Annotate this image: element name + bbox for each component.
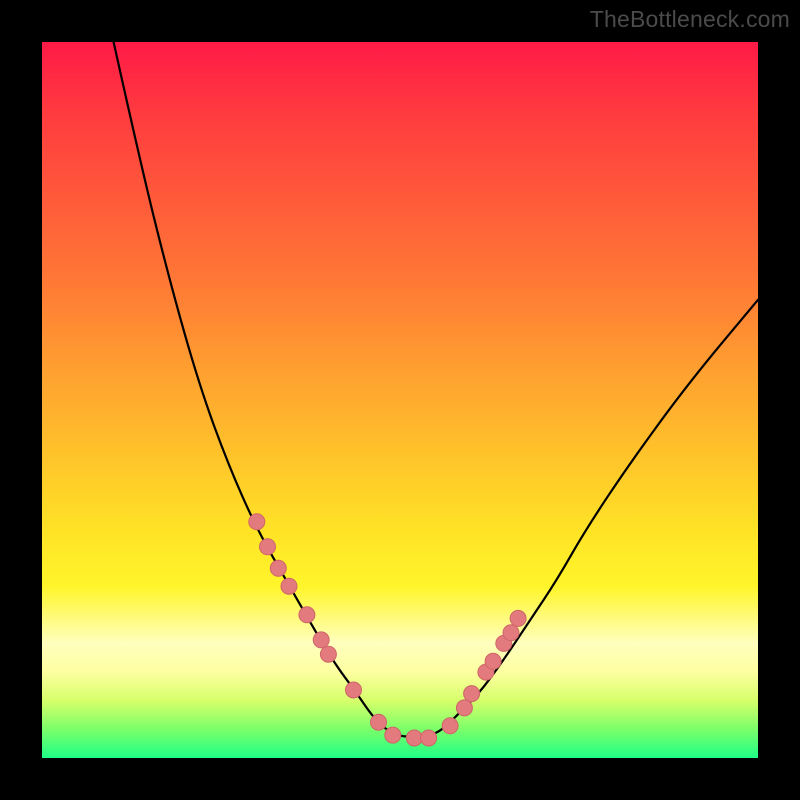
highlight-marker bbox=[371, 714, 387, 730]
highlight-marker bbox=[299, 607, 315, 623]
plot-area bbox=[42, 42, 758, 758]
highlight-marker bbox=[346, 682, 362, 698]
highlight-marker bbox=[313, 632, 329, 648]
highlight-marker bbox=[385, 727, 401, 743]
highlight-marker bbox=[406, 730, 422, 746]
curve-svg bbox=[42, 42, 758, 758]
highlight-marker bbox=[442, 718, 458, 734]
highlight-marker bbox=[281, 578, 297, 594]
highlight-marker bbox=[270, 560, 286, 576]
watermark-text: TheBottleneck.com bbox=[590, 6, 790, 33]
marker-group bbox=[249, 514, 526, 746]
highlight-marker bbox=[503, 625, 519, 641]
highlight-marker bbox=[320, 646, 336, 662]
highlight-marker bbox=[485, 653, 501, 669]
highlight-marker bbox=[510, 610, 526, 626]
bottleneck-curve bbox=[114, 42, 758, 737]
highlight-marker bbox=[260, 539, 276, 555]
highlight-marker bbox=[456, 700, 472, 716]
chart-frame: TheBottleneck.com bbox=[0, 0, 800, 800]
highlight-marker bbox=[249, 514, 265, 530]
highlight-marker bbox=[421, 730, 437, 746]
highlight-marker bbox=[464, 686, 480, 702]
